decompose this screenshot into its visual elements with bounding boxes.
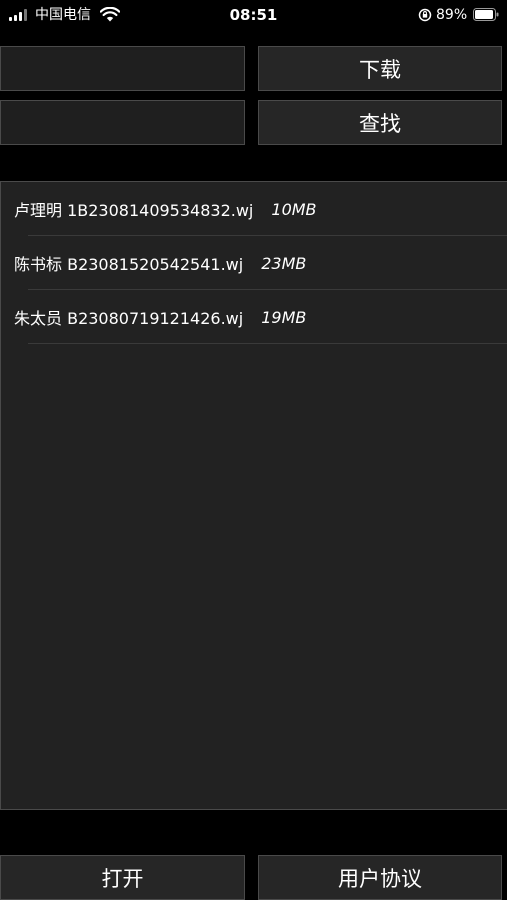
download-button[interactable]: 下载 [258, 46, 502, 91]
file-name: 卢理明 1B23081409534832.wj [14, 201, 254, 220]
file-list[interactable]: 卢理明 1B23081409534832.wj 10MB 陈书标 B230815… [0, 181, 507, 810]
text-input-1[interactable] [0, 46, 245, 91]
user-agreement-button[interactable]: 用户协议 [258, 855, 502, 900]
text-input-2[interactable] [0, 100, 245, 145]
file-name: 朱太员 B23080719121426.wj [14, 309, 244, 328]
status-bar: 中国电信 08:51 89% [0, 0, 507, 30]
file-size: 23MB [261, 253, 307, 273]
file-list-item[interactable]: 卢理明 1B23081409534832.wj 10MB [1, 182, 507, 236]
file-size: 19MB [261, 307, 307, 327]
search-button[interactable]: 查找 [258, 100, 502, 145]
orientation-lock-icon [418, 8, 432, 22]
battery-icon [473, 8, 499, 21]
file-name: 陈书标 B23081520542541.wj [14, 255, 244, 274]
file-size: 10MB [271, 199, 317, 219]
file-list-item[interactable]: 陈书标 B23081520542541.wj 23MB [1, 236, 507, 290]
file-list-item[interactable]: 朱太员 B23080719121426.wj 19MB [1, 290, 507, 344]
open-button[interactable]: 打开 [0, 855, 245, 900]
battery-percent: 89% [436, 7, 468, 23]
